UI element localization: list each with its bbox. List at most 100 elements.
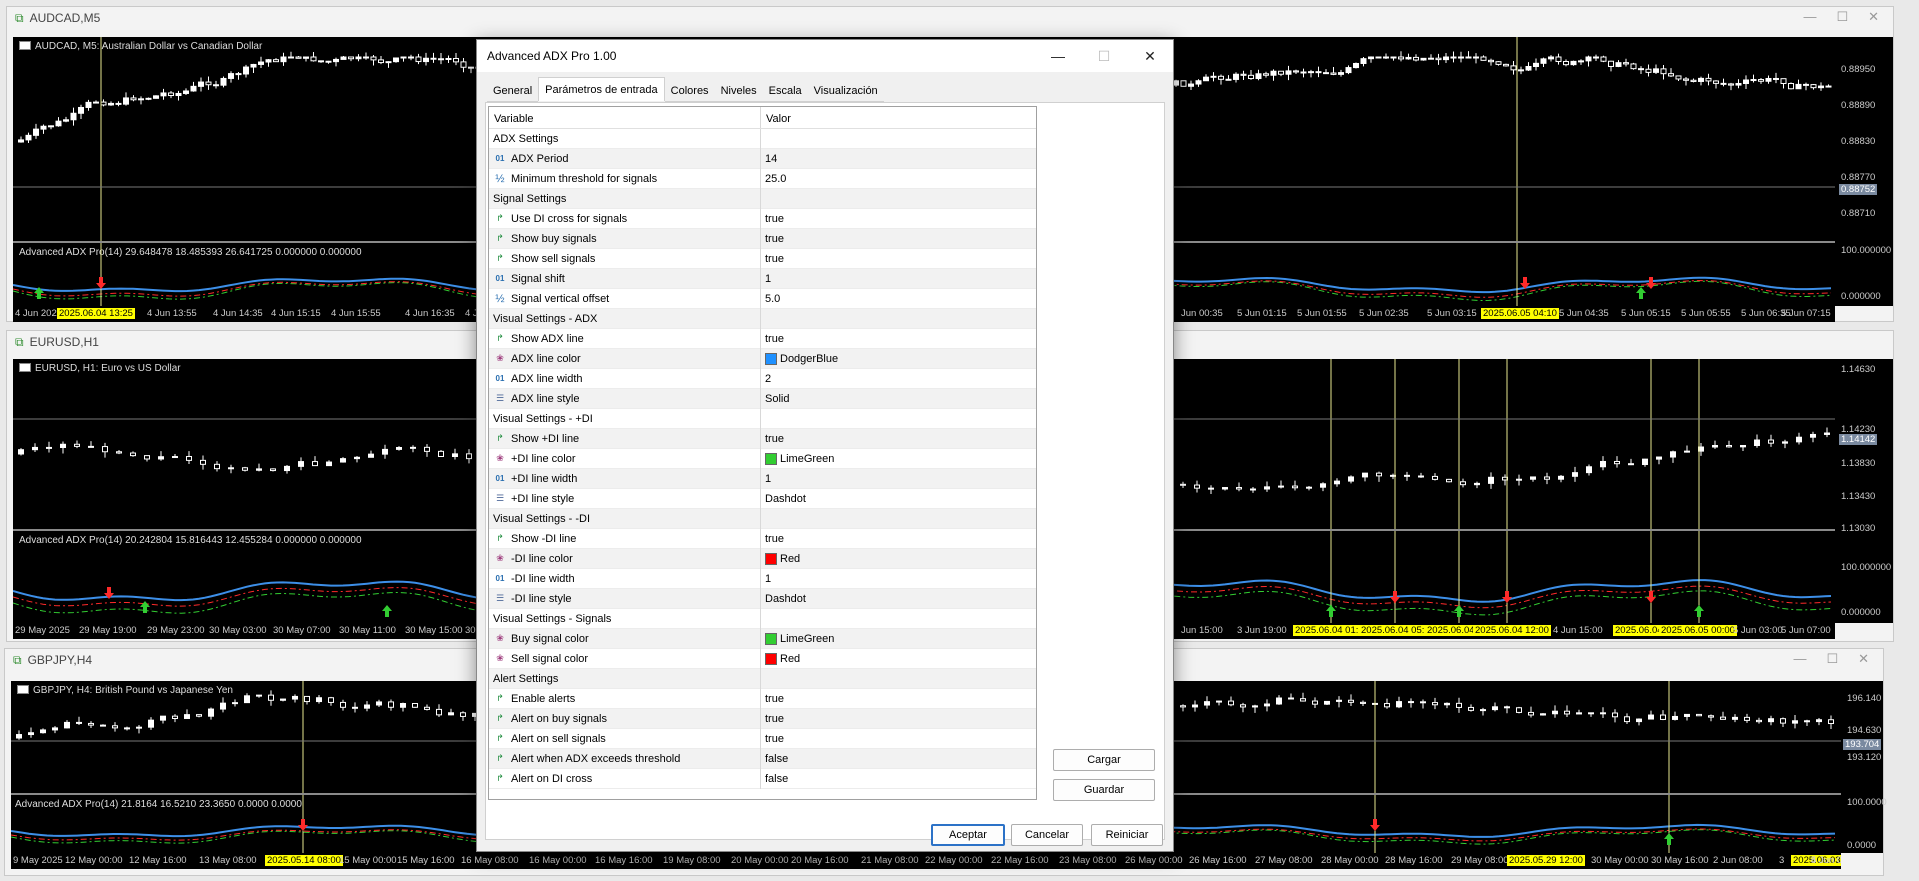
parameter-row[interactable]: ↱ Enable alerts true [489, 688, 1036, 709]
candle [136, 724, 142, 734]
parameter-value-cell[interactable]: true [761, 533, 784, 545]
parameter-row[interactable]: 01 -DI line width 1 [489, 568, 1036, 589]
parameter-value-cell[interactable]: true [761, 213, 784, 225]
tab-input-parameters[interactable]: Parámetros de entrada [538, 77, 665, 101]
parameter-value-cell[interactable]: Solid [761, 393, 789, 405]
parameter-row[interactable]: 01 +DI line width 1 [489, 468, 1036, 489]
parameter-value-cell[interactable]: true [761, 253, 784, 265]
parameter-name-cell: ❀ +DI line color [489, 448, 761, 469]
chart-window-titlebar[interactable]: ⧉ AUDCAD,M5 [7, 7, 1893, 29]
tab-visualization[interactable]: Visualización [807, 80, 884, 102]
price-axis[interactable]: 196.140 194.630 193.704 193.120 100.0000… [1841, 681, 1887, 853]
parameter-row[interactable]: ↱ Show buy signals true [489, 228, 1036, 249]
parameter-value-cell[interactable]: 1 [761, 273, 771, 285]
parameter-row[interactable]: 01 Signal shift 1 [489, 268, 1036, 289]
price-axis[interactable]: 0.88950 0.88890 0.88830 0.88770 0.88752 … [1835, 37, 1893, 306]
tab-scale[interactable]: Escala [762, 80, 808, 102]
crosshair-time-label: 2025.06.04 13:25 [57, 308, 135, 319]
candle [312, 456, 318, 467]
parameter-row[interactable]: ❀ +DI line color LimeGreen [489, 448, 1036, 469]
parameter-row[interactable]: ½ Minimum threshold for signals 25.0 [489, 168, 1036, 189]
reset-button[interactable]: Reiniciar [1091, 824, 1163, 846]
parameter-value-cell[interactable]: 5.0 [761, 293, 780, 305]
parameter-value-cell[interactable]: 25.0 [761, 173, 786, 185]
load-button[interactable]: Cargar [1053, 749, 1155, 771]
input-parameters-grid[interactable]: Variable Valor ADX Settings 01 ADX Period 1… [488, 106, 1037, 800]
parameter-value-cell[interactable]: true [761, 713, 784, 725]
parameter-value: 1 [765, 572, 772, 585]
chart-icon: ⧉ [13, 652, 22, 667]
column-header-variable[interactable]: Variable [489, 107, 761, 128]
cancel-button[interactable]: Cancelar [1011, 824, 1083, 846]
time-axis[interactable]: 9 May 2025 12 May 00:00 12 May 16:00 13 May… [11, 853, 1841, 869]
parameter-group-row[interactable]: ADX Settings [489, 128, 1036, 149]
parameter-row[interactable]: ↱ Alert when ADX exceeds threshold false [489, 748, 1036, 769]
parameter-row[interactable]: 01 ADX line width 2 [489, 368, 1036, 389]
price-axis[interactable]: 1.14630 1.14230 1.14142 1.13830 1.13430 … [1835, 359, 1893, 623]
minimize-icon[interactable]: — [1793, 651, 1806, 667]
candle [333, 57, 339, 67]
parameter-row[interactable]: ❀ ADX line color DodgerBlue [489, 348, 1036, 369]
grid-rows: ADX Settings 01 ADX Period 14 ½ Minimum thres… [489, 128, 1036, 789]
parameter-row[interactable]: ↱ Alert on buy signals true [489, 708, 1036, 729]
parameter-value-cell[interactable]: LimeGreen [761, 632, 834, 645]
parameter-value-cell[interactable]: true [761, 693, 784, 705]
parameter-group-row[interactable]: Visual Settings - -DI [489, 508, 1036, 529]
parameter-row[interactable]: ↱ Show sell signals true [489, 248, 1036, 269]
parameter-value-cell[interactable]: true [761, 333, 784, 345]
tab-general[interactable]: General [487, 80, 539, 102]
parameter-row[interactable]: ↱ Show +DI line true [489, 428, 1036, 449]
parameter-row[interactable]: ½ Signal vertical offset 5.0 [489, 288, 1036, 309]
parameter-name: Visual Settings - +DI [493, 412, 593, 425]
parameter-row[interactable]: ↱ Alert on DI cross false [489, 768, 1036, 789]
indicator-properties-dialog[interactable]: Advanced ADX Pro 1.00 — ☐ ✕ General Pará… [476, 39, 1174, 852]
parameter-value-cell[interactable]: false [761, 753, 788, 765]
tab-levels[interactable]: Niveles [714, 80, 763, 102]
parameter-row[interactable]: ↱ Show -DI line true [489, 528, 1036, 549]
parameter-value-cell[interactable]: Dashdot [761, 593, 806, 605]
parameter-row[interactable]: 01 ADX Period 14 [489, 148, 1036, 169]
parameter-group-row[interactable]: Visual Settings - ADX [489, 308, 1036, 329]
parameter-row[interactable]: ↱ Alert on sell signals true [489, 728, 1036, 749]
parameter-row[interactable]: ↱ Show ADX line true [489, 328, 1036, 349]
column-header-value[interactable]: Valor [761, 107, 796, 128]
parameter-value-cell[interactable]: 1 [761, 573, 771, 585]
parameter-row[interactable]: ↱ Use DI cross for signals true [489, 208, 1036, 229]
parameter-value-cell[interactable]: Dashdot [761, 493, 806, 505]
parameter-value-cell[interactable]: Red [761, 652, 800, 665]
tab-colors[interactable]: Colores [664, 80, 715, 102]
parameter-group-row[interactable]: Visual Settings - Signals [489, 608, 1036, 629]
parameter-row[interactable]: ❀ -DI line color Red [489, 548, 1036, 569]
maximize-icon[interactable]: ☐ [1826, 651, 1838, 667]
parameter-group-row[interactable]: Alert Settings [489, 668, 1036, 689]
parameter-row[interactable]: ☰ ADX line style Solid [489, 388, 1036, 409]
price-label: 0.88890 [1841, 100, 1876, 111]
parameter-group-row[interactable]: Visual Settings - +DI [489, 408, 1036, 429]
crosshair-time-label: 2025.05.14 08:00 [265, 855, 343, 866]
close-icon[interactable]: ✕ [1127, 40, 1173, 72]
parameter-value-cell[interactable]: true [761, 233, 784, 245]
parameter-value-cell[interactable]: true [761, 733, 784, 745]
minimize-icon[interactable]: — [1803, 9, 1816, 25]
parameter-value-cell[interactable]: 2 [761, 373, 771, 385]
close-icon[interactable]: ✕ [1858, 651, 1869, 667]
parameter-row[interactable]: ☰ -DI line style Dashdot [489, 588, 1036, 609]
parameter-row[interactable]: ☰ +DI line style Dashdot [489, 488, 1036, 509]
parameter-name-cell: Visual Settings - -DI [489, 508, 761, 529]
parameter-value-cell[interactable]: 14 [761, 153, 777, 165]
parameter-row[interactable]: ❀ Buy signal color LimeGreen [489, 628, 1036, 649]
parameter-value-cell[interactable]: true [761, 433, 784, 445]
parameter-value-cell[interactable]: false [761, 773, 788, 785]
parameter-value-cell[interactable]: LimeGreen [761, 452, 834, 465]
bool-type-icon: ↱ [496, 253, 504, 263]
parameter-row[interactable]: ❀ Sell signal color Red [489, 648, 1036, 669]
parameter-group-row[interactable]: Signal Settings [489, 188, 1036, 209]
parameter-value-cell[interactable]: Red [761, 552, 800, 565]
minimize-icon[interactable]: — [1035, 40, 1081, 72]
ok-button[interactable]: Aceptar [931, 824, 1005, 846]
save-button[interactable]: Guardar [1053, 779, 1155, 801]
parameter-value-cell[interactable]: 1 [761, 473, 771, 485]
parameter-value-cell[interactable]: DodgerBlue [761, 352, 838, 365]
close-icon[interactable]: ✕ [1868, 9, 1879, 25]
maximize-icon[interactable]: ☐ [1836, 9, 1848, 25]
